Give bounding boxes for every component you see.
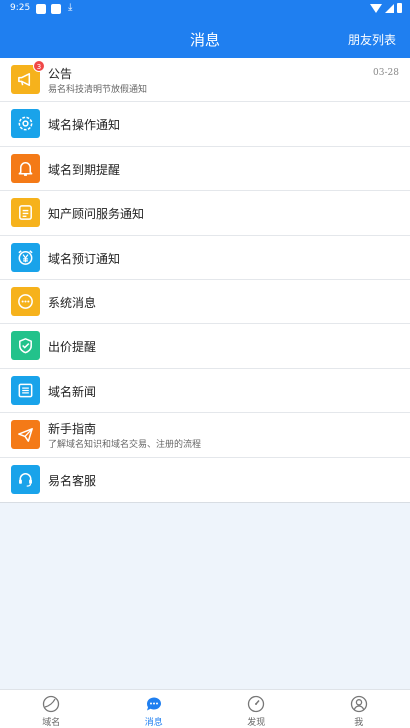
signal-icon [385,3,394,13]
user-icon [350,695,367,713]
tab-discover[interactable]: 发现 [205,690,308,728]
notification-icon [51,4,61,14]
message-subtitle: 易名科技清明节放假通知 [48,85,148,95]
tab-label: 我 [354,718,364,728]
tab-me[interactable]: 我 [308,690,410,728]
dots-bubble-icon [11,286,40,316]
list-icon [11,198,40,228]
message-row-beginner-guide[interactable]: 新手指南 了解域名知识和域名交易、注册的流程 [0,413,410,458]
message-list: 3 公告 易名科技清明节放假通知 03-28 域名操作通知 域名到期提醒 知产顾… [0,58,410,503]
gear-icon [11,109,40,139]
message-row-bid-reminder[interactable]: 出价提醒 [0,324,410,369]
headset-icon [11,464,40,494]
status-icons [370,3,402,13]
unread-badge: 3 [33,60,45,72]
message-title: 易名客服 [48,473,97,488]
news-icon [11,375,40,405]
status-bar: 9:25 ⤓ [0,0,410,18]
download-icon: ⤓ [68,2,73,13]
message-subtitle: 了解域名知识和域名交易、注册的流程 [48,440,202,451]
status-time: 9:25 [10,3,31,13]
tab-label: 域名 [42,718,61,728]
message-title: 域名预订通知 [48,251,121,266]
friends-list-link[interactable]: 朋友列表 [348,31,396,48]
message-row-domain-news[interactable]: 域名新闻 [0,369,410,414]
message-row-domain-operation[interactable]: 域名操作通知 [0,102,410,147]
message-row-customer-service[interactable]: 易名客服 [0,458,410,502]
tab-domains[interactable]: 域名 [0,690,103,728]
notification-icon [36,4,46,14]
message-row-ip-advisor[interactable]: 知产顾问服务通知 [0,191,410,236]
message-title: 系统消息 [48,295,97,310]
bell-icon [11,153,40,183]
tab-label: 发现 [247,718,266,728]
tab-messages[interactable]: 消息 [103,690,206,728]
app-header: 消息 朋友列表 [0,18,410,58]
globe-icon [43,695,60,713]
message-title: 域名操作通知 [48,118,121,133]
message-title: 出价提醒 [48,340,97,355]
message-title: 公告 [48,67,73,81]
tab-label: 消息 [144,718,163,728]
message-row-announcement[interactable]: 3 公告 易名科技清明节放假通知 03-28 [0,58,410,103]
message-title: 域名新闻 [48,384,97,399]
paper-plane-icon [11,420,40,450]
compass-icon [248,695,265,713]
message-title: 知产顾问服务通知 [48,207,145,222]
chat-icon [146,697,161,711]
message-row-domain-booking[interactable]: 域名预订通知 [0,236,410,280]
message-date: 03-28 [373,68,399,78]
message-title: 域名到期提醒 [48,162,121,177]
message-title: 新手指南 [48,422,97,437]
wifi-icon [370,3,382,13]
message-row-expiry-reminder[interactable]: 域名到期提醒 [0,147,410,192]
check-shield-icon [11,331,40,361]
message-row-system[interactable]: 系统消息 [0,280,410,325]
yen-clock-icon [11,242,40,272]
battery-icon [397,3,402,13]
bottom-tab-bar: 域名 消息 发现 我 [0,689,410,728]
